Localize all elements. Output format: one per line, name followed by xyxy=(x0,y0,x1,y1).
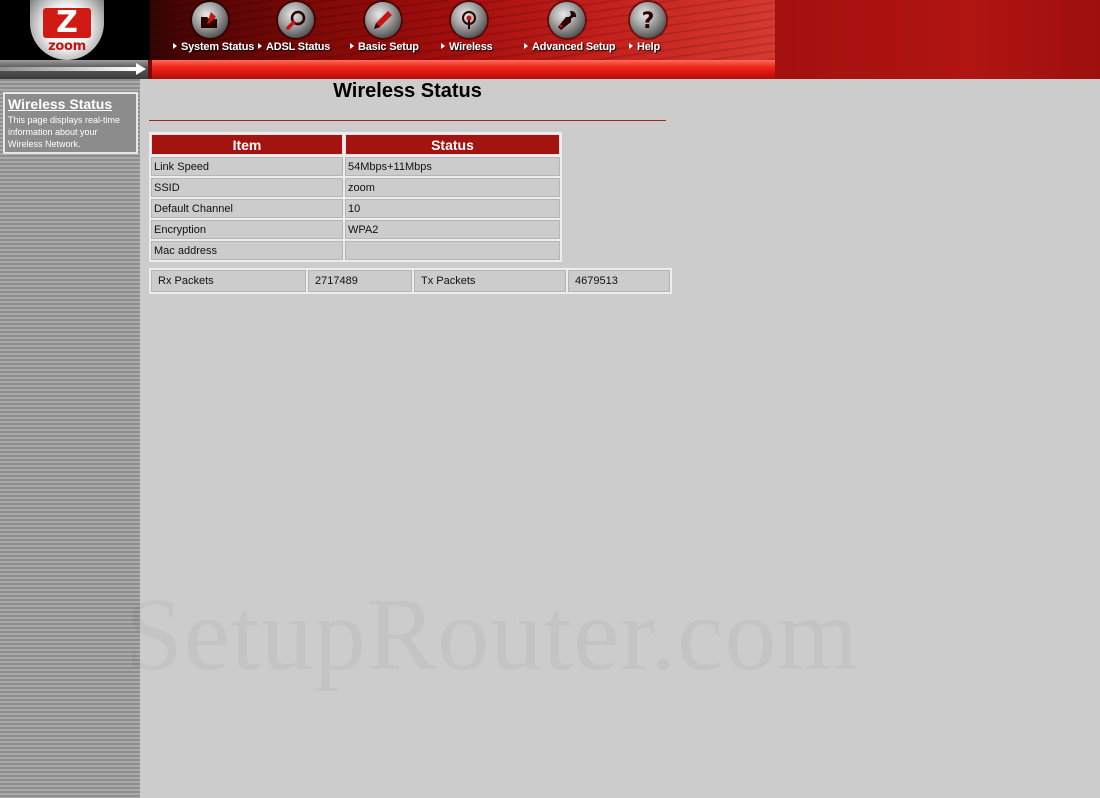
pencil-icon xyxy=(365,2,401,38)
row-value-link-speed: 54Mbps+11Mbps xyxy=(345,157,560,176)
row-label-mac-address: Mac address xyxy=(151,241,343,260)
table-row: Encryption WPA2 xyxy=(151,220,560,239)
top-header: Z zoom System Status ADSL Status Basic S… xyxy=(0,0,1100,79)
magnifier-icon xyxy=(278,2,314,38)
logo-letter: Z xyxy=(43,8,91,38)
column-header-item: Item xyxy=(151,134,343,155)
nav-label-adsl-status: ADSL Status xyxy=(258,41,330,53)
sidebar-info-box: Wireless Status This page displays real-… xyxy=(3,92,138,154)
sidebar-title[interactable]: Wireless Status xyxy=(8,96,112,112)
wrench-icon xyxy=(549,2,585,38)
table-row: SSID zoom xyxy=(151,178,560,197)
header-right-fill xyxy=(775,0,1100,79)
column-header-status: Status xyxy=(345,134,560,155)
row-label-default-channel: Default Channel xyxy=(151,199,343,218)
zoom-logo[interactable]: Z zoom xyxy=(30,0,104,60)
row-label-encryption: Encryption xyxy=(151,220,343,239)
tx-packets-label: Tx Packets xyxy=(414,270,566,292)
sidebar-description: This page displays real-time information… xyxy=(8,115,121,149)
nav-label-help: Help xyxy=(629,41,660,53)
wireless-icon xyxy=(451,2,487,38)
tx-packets-value: 4679513 xyxy=(568,270,670,292)
arrow-right-icon xyxy=(136,63,146,75)
nav-label-wireless: Wireless xyxy=(441,41,493,53)
nav-label-system-status: System Status xyxy=(173,41,254,53)
title-divider xyxy=(149,120,666,121)
nav-basic-setup[interactable]: Basic Setup xyxy=(347,0,427,60)
sub-header-divider xyxy=(148,60,152,79)
wireless-status-table: Item Status Link Speed 54Mbps+11Mbps SSI… xyxy=(149,132,562,262)
row-value-encryption: WPA2 xyxy=(345,220,560,239)
question-icon: ? xyxy=(630,2,666,38)
page-title: Wireless Status xyxy=(333,80,482,102)
folder-pencil-icon xyxy=(192,2,228,38)
logo-area: Z zoom xyxy=(0,0,150,60)
row-label-ssid: SSID xyxy=(151,178,343,197)
nav-label-advanced-setup: Advanced Setup xyxy=(524,41,616,53)
arrow-line xyxy=(0,67,138,71)
nav-label-basic-setup: Basic Setup xyxy=(350,41,419,53)
row-label-link-speed: Link Speed xyxy=(151,157,343,176)
rx-packets-label: Rx Packets xyxy=(151,270,306,292)
rx-packets-value: 2717489 xyxy=(308,270,412,292)
nav-advanced-setup[interactable]: Advanced Setup xyxy=(521,0,616,60)
packets-row: Rx Packets 2717489 Tx Packets 4679513 xyxy=(151,270,670,292)
row-value-ssid: zoom xyxy=(345,178,560,197)
nav-wireless[interactable]: Wireless xyxy=(437,0,503,60)
sidebar: Wireless Status This page displays real-… xyxy=(0,79,140,798)
table-row: Default Channel 10 xyxy=(151,199,560,218)
table-row: Link Speed 54Mbps+11Mbps xyxy=(151,157,560,176)
table-header-row: Item Status xyxy=(151,134,560,155)
nav-adsl-status[interactable]: ADSL Status xyxy=(257,0,337,60)
watermark: SetupRouter.com xyxy=(125,575,859,694)
nav-help[interactable]: ? Help xyxy=(626,0,676,60)
svg-text:?: ? xyxy=(642,9,655,32)
nav-system-status[interactable]: System Status xyxy=(170,0,254,60)
row-value-default-channel: 10 xyxy=(345,199,560,218)
packets-table: Rx Packets 2717489 Tx Packets 4679513 xyxy=(149,268,672,294)
row-value-mac-address xyxy=(345,241,560,260)
table-row: Mac address xyxy=(151,241,560,260)
logo-word: zoom xyxy=(48,39,86,54)
